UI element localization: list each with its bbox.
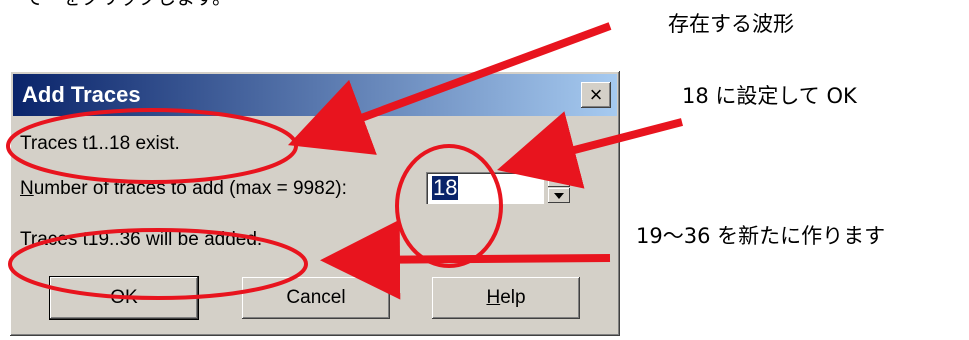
arrow-existing [287,22,612,155]
added-highlight-ellipse [8,228,308,300]
callout-overlay [6,22,684,300]
arrow-set-18 [497,111,684,189]
exist-highlight-ellipse [6,108,298,184]
input-highlight-ellipse [395,144,503,268]
arrow-create-new [320,219,611,300]
